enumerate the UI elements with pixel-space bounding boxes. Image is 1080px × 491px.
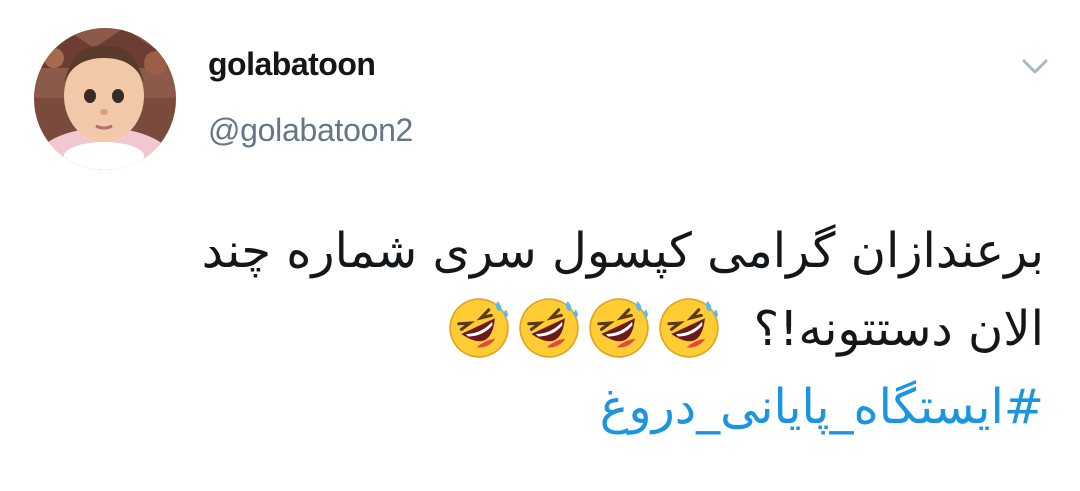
rolling-on-floor-laughing-emoji [449,298,509,358]
emoji-group [446,295,722,361]
hashtag-link[interactable]: #ایستگاه_پایانی_دروغ [34,368,1044,446]
user-handle[interactable]: @golabatoon2 [208,112,413,149]
avatar[interactable] [34,28,176,170]
tweet-options-button[interactable] [1015,52,1055,82]
tweet-line-1: برعندازان گرامی کپسول سری شماره چند [201,223,1044,279]
tweet-text: برعندازان گرامی کپسول سری شماره چند الان… [34,212,1044,446]
tweet-line-2: الان دستتونه!؟ [34,290,1044,368]
rolling-on-floor-laughing-emoji [519,298,579,358]
tweet-line-2-text: الان دستتونه!؟ [753,301,1044,357]
rolling-on-floor-laughing-emoji [589,298,649,358]
baby-photo-avatar-image [34,28,176,170]
chevron-down-icon [1022,59,1048,74]
rolling-on-floor-laughing-emoji [659,298,719,358]
display-name[interactable]: golabatoon [208,46,376,83]
